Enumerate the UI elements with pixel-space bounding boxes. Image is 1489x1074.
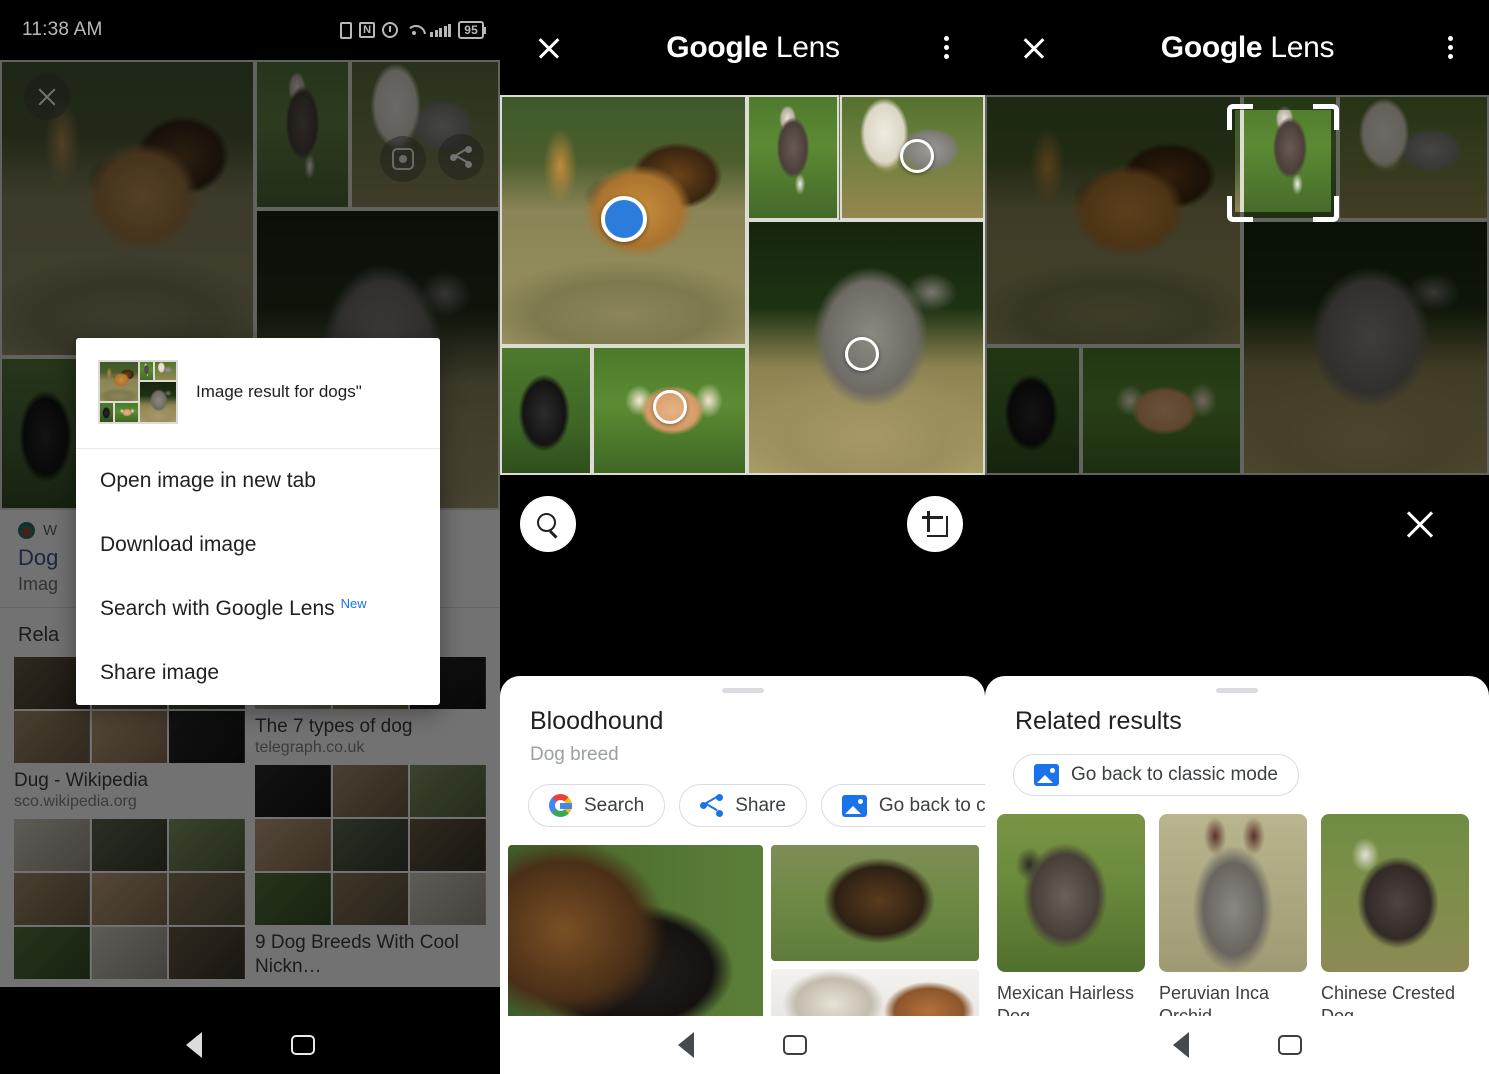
thumbnail-bloodhound-closeup[interactable] bbox=[508, 845, 763, 1035]
menu-item-search-with-google-lens[interactable]: Search with Google Lens New bbox=[76, 577, 440, 641]
menu-item-open-image-new-tab[interactable]: Open image in new tab bbox=[76, 449, 440, 513]
breed-card-image bbox=[1321, 814, 1469, 972]
kebab-menu-icon[interactable] bbox=[1448, 36, 1453, 59]
lens-app-bar: Google Lens bbox=[500, 0, 985, 95]
app-title-google: Google bbox=[1160, 30, 1263, 64]
chip-go-back-to-classic-mode[interactable]: Go back to classic mode bbox=[1013, 754, 1299, 796]
share-icon bbox=[700, 794, 724, 817]
right-panel-google-lens-related: Google Lens Related results Go back to c… bbox=[985, 0, 1489, 1074]
android-nav-bar bbox=[0, 1016, 500, 1074]
home-icon[interactable] bbox=[783, 1035, 807, 1055]
lens-search-button[interactable] bbox=[520, 496, 576, 552]
image-icon bbox=[841, 794, 867, 817]
menu-item-download-image[interactable]: Download image bbox=[76, 513, 440, 577]
google-logo-icon bbox=[549, 794, 572, 817]
collage-photo-french-bulldog bbox=[500, 345, 593, 475]
selection-frame[interactable] bbox=[1227, 104, 1339, 222]
sheet-title: Bloodhound bbox=[530, 707, 664, 735]
android-nav-bar bbox=[500, 1016, 985, 1074]
back-icon[interactable] bbox=[185, 1032, 203, 1058]
related-results-sheet: Related results Go back to classic mode … bbox=[985, 676, 1489, 1074]
lens-dot-selected-bloodhound[interactable] bbox=[601, 196, 647, 242]
breed-card-chinese-crested-dog[interactable]: Chinese Crested Dog bbox=[1321, 814, 1469, 1027]
lens-dot-pomeranian[interactable] bbox=[653, 390, 687, 424]
breed-card-peruvian-inca-orchid[interactable]: Peruvian Inca Orchid bbox=[1159, 814, 1307, 1027]
image-context-menu-dialog: Image result for dogs" Open image in new… bbox=[76, 338, 440, 705]
menu-item-label: Open image in new tab bbox=[100, 469, 316, 492]
lens-image-canvas[interactable] bbox=[500, 95, 985, 475]
search-icon bbox=[536, 512, 560, 536]
menu-item-label: Share image bbox=[100, 661, 220, 684]
app-title: Google Lens bbox=[666, 30, 840, 65]
bloodhound-result-sheet: Bloodhound Dog breed Search Share Go bac… bbox=[500, 676, 985, 1074]
back-icon[interactable] bbox=[1172, 1032, 1190, 1058]
sheet-action-chips: Search Share Go back to classic mod bbox=[500, 766, 985, 827]
lens-dot-deerhound[interactable] bbox=[845, 337, 879, 371]
chip-label: Share bbox=[735, 794, 786, 816]
sheet-title: Related results bbox=[1015, 707, 1182, 735]
breed-card-image bbox=[1159, 814, 1307, 972]
crop-icon bbox=[922, 511, 948, 537]
back-icon[interactable] bbox=[678, 1032, 695, 1058]
sheet-action-chips: Go back to classic mode bbox=[985, 736, 1489, 796]
lens-image-canvas[interactable] bbox=[985, 95, 1489, 475]
lens-app-bar: Google Lens bbox=[985, 0, 1489, 95]
menu-item-label: Search with Google Lens bbox=[100, 597, 335, 620]
left-panel-chrome-image-result: 11:38 AM N 95 W Dog Imag Rela Dug - Wiki… bbox=[0, 0, 500, 1074]
home-icon[interactable] bbox=[290, 1035, 315, 1055]
breed-card-mexican-hairless-dog[interactable]: Mexican Hairless Dog bbox=[997, 814, 1145, 1027]
dialog-thumbnail bbox=[98, 360, 178, 424]
chip-label: Go back to classic mod bbox=[878, 794, 985, 816]
app-title-google: Google bbox=[666, 30, 768, 64]
lens-crop-button[interactable] bbox=[907, 496, 963, 552]
home-icon[interactable] bbox=[1277, 1035, 1302, 1055]
kebab-menu-icon[interactable] bbox=[944, 36, 949, 59]
chip-search[interactable]: Search bbox=[528, 784, 666, 827]
lens-action-row bbox=[985, 475, 1489, 625]
android-nav-bar bbox=[985, 1016, 1489, 1074]
close-icon[interactable] bbox=[1021, 35, 1047, 61]
app-title-lens: Lens bbox=[1270, 30, 1335, 64]
chip-share[interactable]: Share bbox=[679, 784, 807, 827]
collage-photo-chinese-crested bbox=[747, 95, 840, 221]
dialog-title: Image result for dogs" bbox=[196, 382, 362, 401]
sheet-image-thumbnails bbox=[500, 827, 985, 1039]
new-badge: New bbox=[340, 596, 367, 611]
mid-panel-google-lens-detected: Google Lens Bloodhound Dog breed Search … bbox=[500, 0, 985, 1074]
lens-dot-dandie[interactable] bbox=[900, 139, 934, 173]
related-breed-cards: Mexican Hairless Dog Peruvian Inca Orchi… bbox=[985, 796, 1489, 1027]
chip-label: Search bbox=[584, 794, 645, 816]
app-title-lens: Lens bbox=[775, 30, 840, 64]
menu-item-share-image[interactable]: Share image bbox=[76, 641, 440, 705]
chip-go-back-to-classic-mode[interactable]: Go back to classic mod bbox=[820, 784, 985, 827]
app-title: Google Lens bbox=[1160, 30, 1335, 65]
menu-item-label: Download image bbox=[100, 533, 257, 556]
breed-card-image bbox=[997, 814, 1145, 972]
sheet-subtitle: Dog breed bbox=[530, 744, 619, 765]
close-icon[interactable] bbox=[536, 35, 562, 61]
image-icon bbox=[1034, 764, 1059, 786]
lens-action-row bbox=[500, 475, 985, 625]
screenshot-root: 11:38 AM N 95 W Dog Imag Rela Dug - Wiki… bbox=[0, 0, 1489, 1074]
close-overlay-button[interactable] bbox=[1403, 507, 1437, 541]
chip-label: Go back to classic mode bbox=[1071, 764, 1278, 785]
thumbnail-bloodhound-standing[interactable] bbox=[771, 845, 979, 961]
dialog-header: Image result for dogs" bbox=[76, 338, 440, 448]
